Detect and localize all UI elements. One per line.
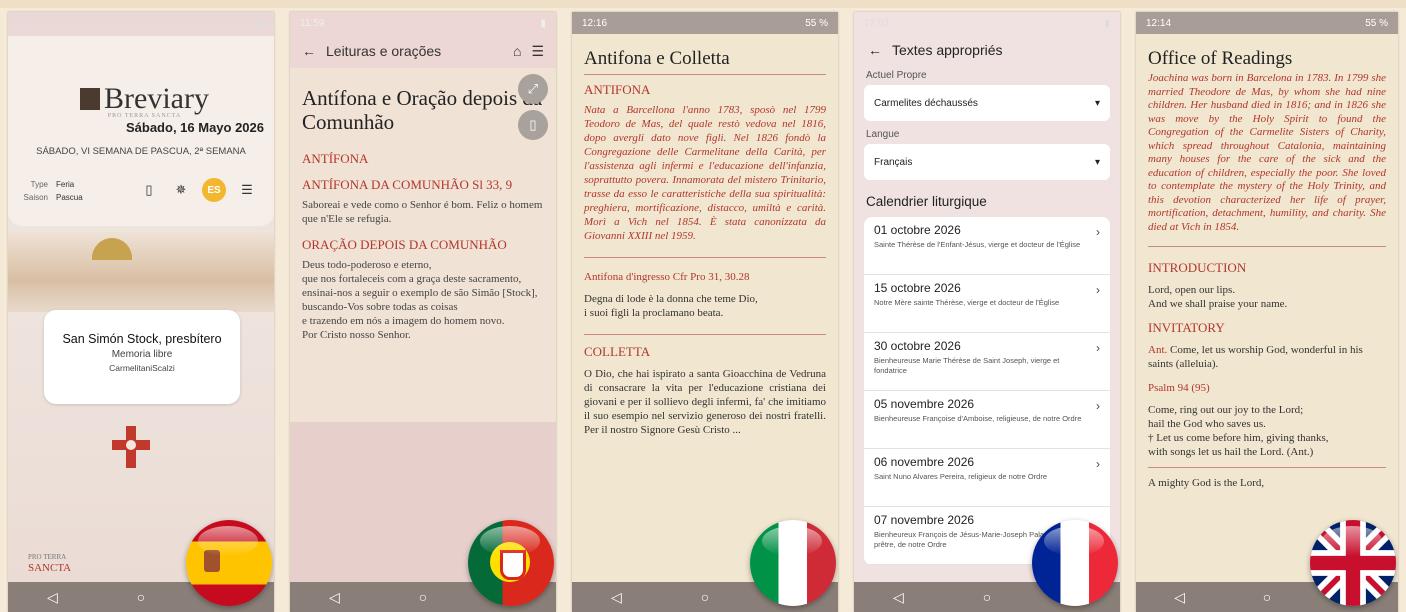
entrance-antiphon-text: Degna di lode è la donna che teme Dio, i… <box>584 293 758 319</box>
dropdown-arrow-icon: ▾ <box>1094 97 1100 109</box>
heading-colletta: COLLETTA <box>584 344 651 359</box>
menu-list-icon[interactable]: ☰ <box>236 179 258 201</box>
reading-body: Office of Readings Joachina was born in … <box>1136 34 1398 502</box>
header-actions: ▯ ✵ ES ☰ <box>138 178 258 202</box>
status-bar: 12:16 55 % <box>572 12 838 34</box>
liturgical-week: SÁBADO, VI SEMANA DE PASCUA, 2ª SEMANA <box>36 146 246 157</box>
list-item[interactable]: 30 octobre 2026 Bienheureuse Marie Thérès… <box>864 333 1110 391</box>
langue-select[interactable]: Français ▾ <box>864 144 1110 180</box>
psalm-next-line: A mighty God is the Lord, <box>1148 477 1265 489</box>
home-nav-icon[interactable]: ○ <box>111 589 171 605</box>
back-nav-icon[interactable]: ◁ <box>1150 589 1210 606</box>
antifona-text: Saboreai e vede como o Senhor é bom. Fel… <box>302 199 543 225</box>
heading-prayer: ORAÇÃO DEPOIS DA COMUNHÃO <box>302 237 507 252</box>
italy-flag-icon <box>750 520 836 606</box>
chevron-right-icon: › <box>1096 225 1100 239</box>
phone-italian: 12:16 55 % Antifona e Colletta ANTIFONA N… <box>572 12 838 612</box>
jerusalem-image <box>8 232 274 312</box>
terra-sancta-logo: PRO TERRA SANCTA <box>28 553 72 574</box>
prayer-text: Deus todo-poderoso e eterno, que nos for… <box>302 259 538 341</box>
saint-biography: Joachina was born in Barcelona in 1783. … <box>1148 72 1386 233</box>
chevron-right-icon: › <box>1096 399 1100 413</box>
status-bar: 12:14 55 % <box>1136 12 1398 34</box>
calendar-title: Calendrier liturgique <box>866 194 987 209</box>
entrance-antiphon-heading: Antifona d'ingresso Cfr Pro 31, 30.28 <box>584 271 750 283</box>
invitatory-antiphon: Ant. Come, let us worship God, wonderful… <box>1148 344 1363 370</box>
phone-spanish: ● ▮ Breviary PRO TERRA SANCTA Sábado, 16 M… <box>8 12 274 612</box>
home-icon[interactable]: ⌂ <box>513 43 521 59</box>
colletta-text: O Dio, che hai ispirato a santa Gioacchi… <box>584 368 826 436</box>
back-nav-icon[interactable]: ◁ <box>22 589 82 606</box>
back-nav-icon[interactable]: ◁ <box>304 589 364 606</box>
app-bar: ← Textes appropriés <box>854 34 1120 66</box>
top-band <box>0 0 1406 8</box>
app-bar: ← Leituras e orações ⌂ ☰ <box>290 34 556 68</box>
list-item[interactable]: 05 novembre 2026 Bienheureuse Françoise d… <box>864 391 1110 449</box>
phone-portuguese: 11:59 ▮ ← Leituras e orações ⌂ ☰ Antífona… <box>290 12 556 612</box>
calendar-list: 01 octobre 2026 Sainte Thérèse de l'Enfan… <box>864 217 1110 565</box>
back-nav-icon[interactable]: ◁ <box>868 589 928 606</box>
meta-labels: Type Saison <box>23 180 48 202</box>
home-nav-icon[interactable]: ○ <box>957 589 1017 605</box>
page-title: Office of Readings <box>1148 48 1293 69</box>
saint-rank: Memoria libre <box>111 349 173 360</box>
page-title: Antifona e Colletta <box>584 48 730 69</box>
reading-body: Antifona e Colletta ANTIFONA Nata a Barc… <box>572 34 838 449</box>
back-nav-icon[interactable]: ◁ <box>586 589 646 606</box>
home-nav-icon[interactable]: ○ <box>393 589 453 605</box>
app-bar-title: Textes appropriés <box>892 42 1003 58</box>
list-item[interactable]: 01 octobre 2026 Sainte Thérèse de l'Enfan… <box>864 217 1110 275</box>
psalm-heading: Psalm 94 (95) <box>1148 382 1210 394</box>
chevron-right-icon: › <box>1096 283 1100 297</box>
heading-antifona: ANTIFONA <box>584 82 651 97</box>
phone-french: 17:03 ▮ ← Textes appropriés Actuel Propre… <box>854 12 1120 612</box>
france-flag-icon <box>1032 520 1118 606</box>
list-item[interactable]: 06 novembre 2026 Saint Nuno Alvares Perei… <box>864 449 1110 507</box>
chevron-right-icon: › <box>1096 457 1100 471</box>
book-icon[interactable]: ▯ <box>138 179 160 201</box>
home-nav-icon[interactable]: ○ <box>1237 589 1297 605</box>
heading-communion-antiphon: ANTÍFONA DA COMUNHÃO Sl 33, 9 <box>302 177 513 192</box>
expand-icon[interactable]: ⤢ <box>518 74 548 104</box>
heading-invitatory: INVITATORY <box>1148 320 1225 335</box>
book-icon[interactable]: ▯ <box>518 110 548 140</box>
back-arrow-icon[interactable]: ← <box>302 43 316 59</box>
emblem-icon[interactable]: ✵ <box>170 179 192 201</box>
heading-introduction: INTRODUCTION <box>1148 260 1247 275</box>
phone-english: 12:14 55 % Office of Readings Joachina wa… <box>1136 12 1398 612</box>
saint-biography: Nata a Barcellona l'anno 1783, sposò nel… <box>584 104 826 242</box>
reading-body: ANTÍFONA ANTÍFONA DA COMUNHÃO Sl 33, 9 S… <box>290 152 556 342</box>
status-bar: 11:59 ▮ <box>290 12 556 34</box>
dropdown-arrow-icon: ▾ <box>1094 156 1100 168</box>
meta-values: Feria Pascua <box>56 180 83 202</box>
saint-card[interactable]: San Simón Stock, presbítero Memoria libr… <box>44 310 240 404</box>
portugal-flag-icon <box>468 520 554 606</box>
app-bar-title: Leituras e orações <box>326 43 442 59</box>
language-badge[interactable]: ES <box>202 178 226 202</box>
list-item[interactable]: 15 octobre 2026 Notre Mère sainte Thérèse… <box>864 275 1110 333</box>
propre-select[interactable]: Carmelites déchaussés ▾ <box>864 85 1110 121</box>
propre-label: Actuel Propre <box>866 70 927 81</box>
langue-label: Langue <box>866 129 900 140</box>
settings-sliders-icon[interactable]: ☰ <box>531 43 544 60</box>
uk-flag-icon <box>1310 520 1396 606</box>
spain-flag-icon <box>186 520 272 606</box>
page-title: Antífona e Oração depois da Comunhão <box>290 68 556 140</box>
psalm-text: Come, ring out our joy to the Lord; hail… <box>1148 404 1329 458</box>
home-nav-icon[interactable]: ○ <box>675 589 735 605</box>
carmelite-cross-icon <box>112 426 150 468</box>
heading-antifona: ANTÍFONA <box>302 151 369 166</box>
back-arrow-icon[interactable]: ← <box>868 42 882 58</box>
chevron-right-icon: › <box>1096 341 1100 355</box>
saint-calendar: CarmelitaniScalzi <box>109 363 175 373</box>
status-bar: ● ▮ <box>18 17 264 29</box>
introduction-text: Lord, open our lips. And we shall praise… <box>1148 284 1288 310</box>
app-logo: Breviary PRO TERRA SANCTA <box>80 82 209 119</box>
status-bar: 17:03 ▮ <box>854 12 1120 34</box>
current-date: Sábado, 16 Mayo 2026 <box>125 120 264 135</box>
saint-name: San Simón Stock, presbítero <box>62 332 222 346</box>
